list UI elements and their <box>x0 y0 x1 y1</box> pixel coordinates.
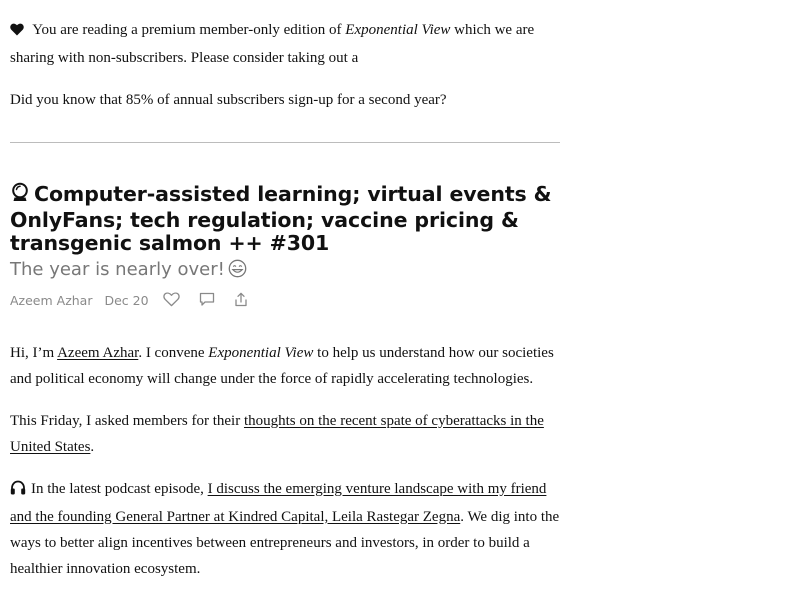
post-meta: Azeem Azhar Dec 20 <box>10 291 565 311</box>
intro-paragraph: Hi, I’m Azeem Azhar. I convene Exponenti… <box>10 340 565 392</box>
post-date: Dec 20 <box>104 293 149 308</box>
comment-button[interactable] <box>199 292 215 310</box>
intro-text-start: Hi, I’m <box>10 344 58 361</box>
renewal-note: Did you know that 85% of annual subscrib… <box>10 92 447 108</box>
post-title-text: Computer-assisted learning; virtual even… <box>10 182 552 255</box>
friday-text-end: . <box>90 438 95 455</box>
post-content: You are reading a premium member-only ed… <box>10 0 565 582</box>
friday-text-start: This Friday, I asked members for their <box>10 412 244 429</box>
comment-icon <box>199 292 215 310</box>
headphones-icon <box>10 478 26 504</box>
intro-publication-name: Exponential View <box>208 344 314 361</box>
intro-text-middle: . I convene <box>138 344 209 361</box>
share-icon <box>234 292 248 310</box>
notice-publication-name: Exponential View <box>345 22 451 38</box>
post-body: Hi, I’m Azeem Azhar. I convene Exponenti… <box>10 340 565 582</box>
notice-intro: You are reading a premium member-only ed… <box>29 22 346 38</box>
heart-outline-icon <box>162 291 180 310</box>
smile-emoji-icon <box>228 259 247 285</box>
heart-icon <box>10 19 24 45</box>
share-button[interactable] <box>234 292 248 310</box>
podcast-paragraph: In the latest podcast episode, I discuss… <box>10 476 565 582</box>
podcast-text-start: In the latest podcast episode, <box>31 480 208 497</box>
divider <box>10 142 560 143</box>
post-title: Computer-assisted learning; virtual even… <box>10 182 565 256</box>
post-author[interactable]: Azeem Azhar <box>10 293 92 308</box>
crystal-ball-icon <box>10 182 30 209</box>
author-link[interactable]: Azeem Azhar <box>57 345 138 361</box>
post-subtitle: The year is nearly over! <box>10 258 565 285</box>
post-subtitle-text: The year is nearly over! <box>10 258 225 280</box>
friday-paragraph: This Friday, I asked members for their t… <box>10 408 565 460</box>
like-button[interactable] <box>162 291 180 310</box>
premium-notice: You are reading a premium member-only ed… <box>10 17 565 71</box>
page: You are reading a premium member-only ed… <box>0 0 800 600</box>
